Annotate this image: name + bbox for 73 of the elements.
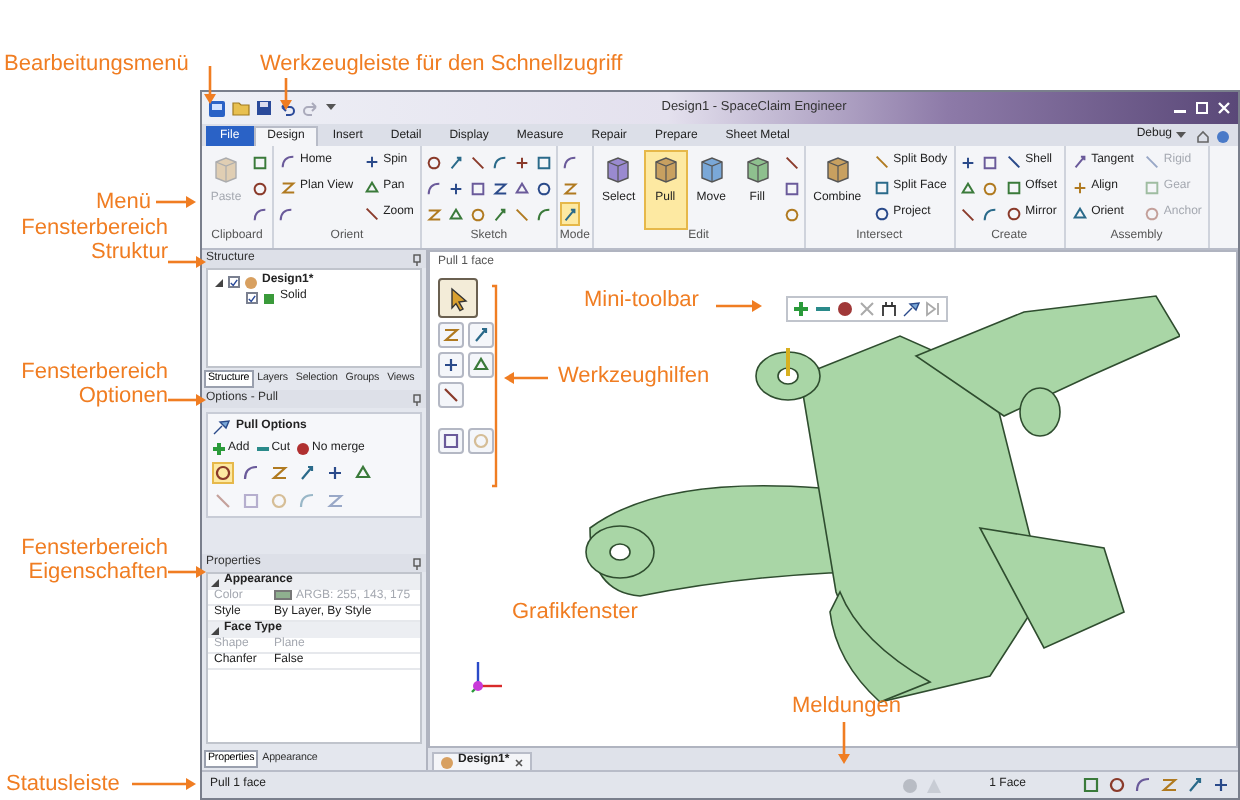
callout-arrow <box>838 722 850 764</box>
callout-arrow <box>168 394 206 406</box>
callout-arrow <box>132 778 196 790</box>
callout-label: Werkzeughilfen <box>558 364 710 388</box>
home-icon[interactable] <box>1196 129 1210 143</box>
option-icon[interactable] <box>268 462 290 485</box>
checkbox[interactable] <box>246 292 258 304</box>
expander-icon[interactable] <box>210 625 220 635</box>
callout-arrow <box>504 372 548 384</box>
pin-icon[interactable] <box>412 253 422 265</box>
option-icon[interactable] <box>212 462 234 485</box>
nomerge-icon <box>296 442 311 457</box>
expander-icon[interactable] <box>210 577 220 587</box>
toolbar-icon[interactable] <box>880 300 898 318</box>
checkbox[interactable] <box>228 276 240 288</box>
tool-guide-icon[interactable] <box>468 352 494 379</box>
callout-arrow <box>168 256 206 268</box>
callout-arrow <box>280 78 292 110</box>
option-icon[interactable] <box>296 462 318 485</box>
tool-guide-icon[interactable] <box>438 382 464 409</box>
add-icon <box>212 442 226 457</box>
axis-triad-icon <box>470 658 506 694</box>
callout-label: Mini-toolbar <box>584 288 699 312</box>
design-icon <box>244 275 258 289</box>
callout-label: Menü <box>96 190 152 214</box>
callout-label: Meldungen <box>792 694 901 718</box>
callout-label: Grafikfenster <box>512 600 638 624</box>
callout-label: Werkzeugleiste für den Schnellzugriff <box>260 52 623 76</box>
close-icon[interactable] <box>513 757 524 767</box>
cut-icon <box>255 442 270 457</box>
help-icon[interactable] <box>1216 129 1230 143</box>
tool-icon <box>363 154 380 170</box>
app-menu-icon[interactable] <box>208 99 226 117</box>
status-tool-icon[interactable] <box>1212 776 1230 794</box>
callout-label: Statusleiste <box>6 772 120 796</box>
option-icon[interactable] <box>324 462 346 485</box>
cube-icon <box>741 154 774 186</box>
tool-guide-icon[interactable] <box>438 278 478 319</box>
tool-guide-icon[interactable] <box>438 428 464 455</box>
maximize-icon[interactable] <box>1194 100 1210 116</box>
callout-arrow <box>204 66 216 104</box>
cube-icon <box>602 154 635 186</box>
tool-icon <box>1071 154 1088 170</box>
caret-icon[interactable] <box>326 104 336 112</box>
callout-label: Bearbeitungsmenü <box>4 52 189 76</box>
undo-icon[interactable] <box>278 100 296 116</box>
pin-icon[interactable] <box>412 557 422 569</box>
expander-icon[interactable] <box>214 277 224 287</box>
callout-arrow <box>168 566 206 578</box>
cube-icon <box>821 154 854 186</box>
callout-label: Fensterbereich Optionen <box>19 360 168 408</box>
tool-icon[interactable] <box>559 202 580 226</box>
callout-label: Fensterbereich Struktur <box>19 216 168 264</box>
save-icon[interactable] <box>256 100 272 116</box>
toolbar-icon[interactable] <box>902 300 920 318</box>
tool-guide-icon[interactable] <box>468 322 494 349</box>
pin-icon[interactable] <box>412 393 422 405</box>
cube-icon <box>649 154 682 186</box>
tool-icon <box>1071 206 1088 222</box>
callout-arrow <box>716 300 762 312</box>
callout-arrow <box>156 196 196 208</box>
solid-body-icon <box>262 291 276 305</box>
status-tool-icon[interactable] <box>1186 776 1204 794</box>
option-icon[interactable] <box>240 462 262 485</box>
cube-icon <box>695 154 728 186</box>
tool-icon <box>1071 180 1088 196</box>
caret-icon <box>1176 132 1186 140</box>
callout-label: Fensterbereich Eigenschaften <box>19 536 168 584</box>
tool-guide-icon[interactable] <box>438 352 464 379</box>
pull-icon <box>212 418 230 436</box>
design-icon <box>440 755 454 769</box>
cube-icon <box>210 154 242 186</box>
folder-icon[interactable] <box>232 100 250 116</box>
